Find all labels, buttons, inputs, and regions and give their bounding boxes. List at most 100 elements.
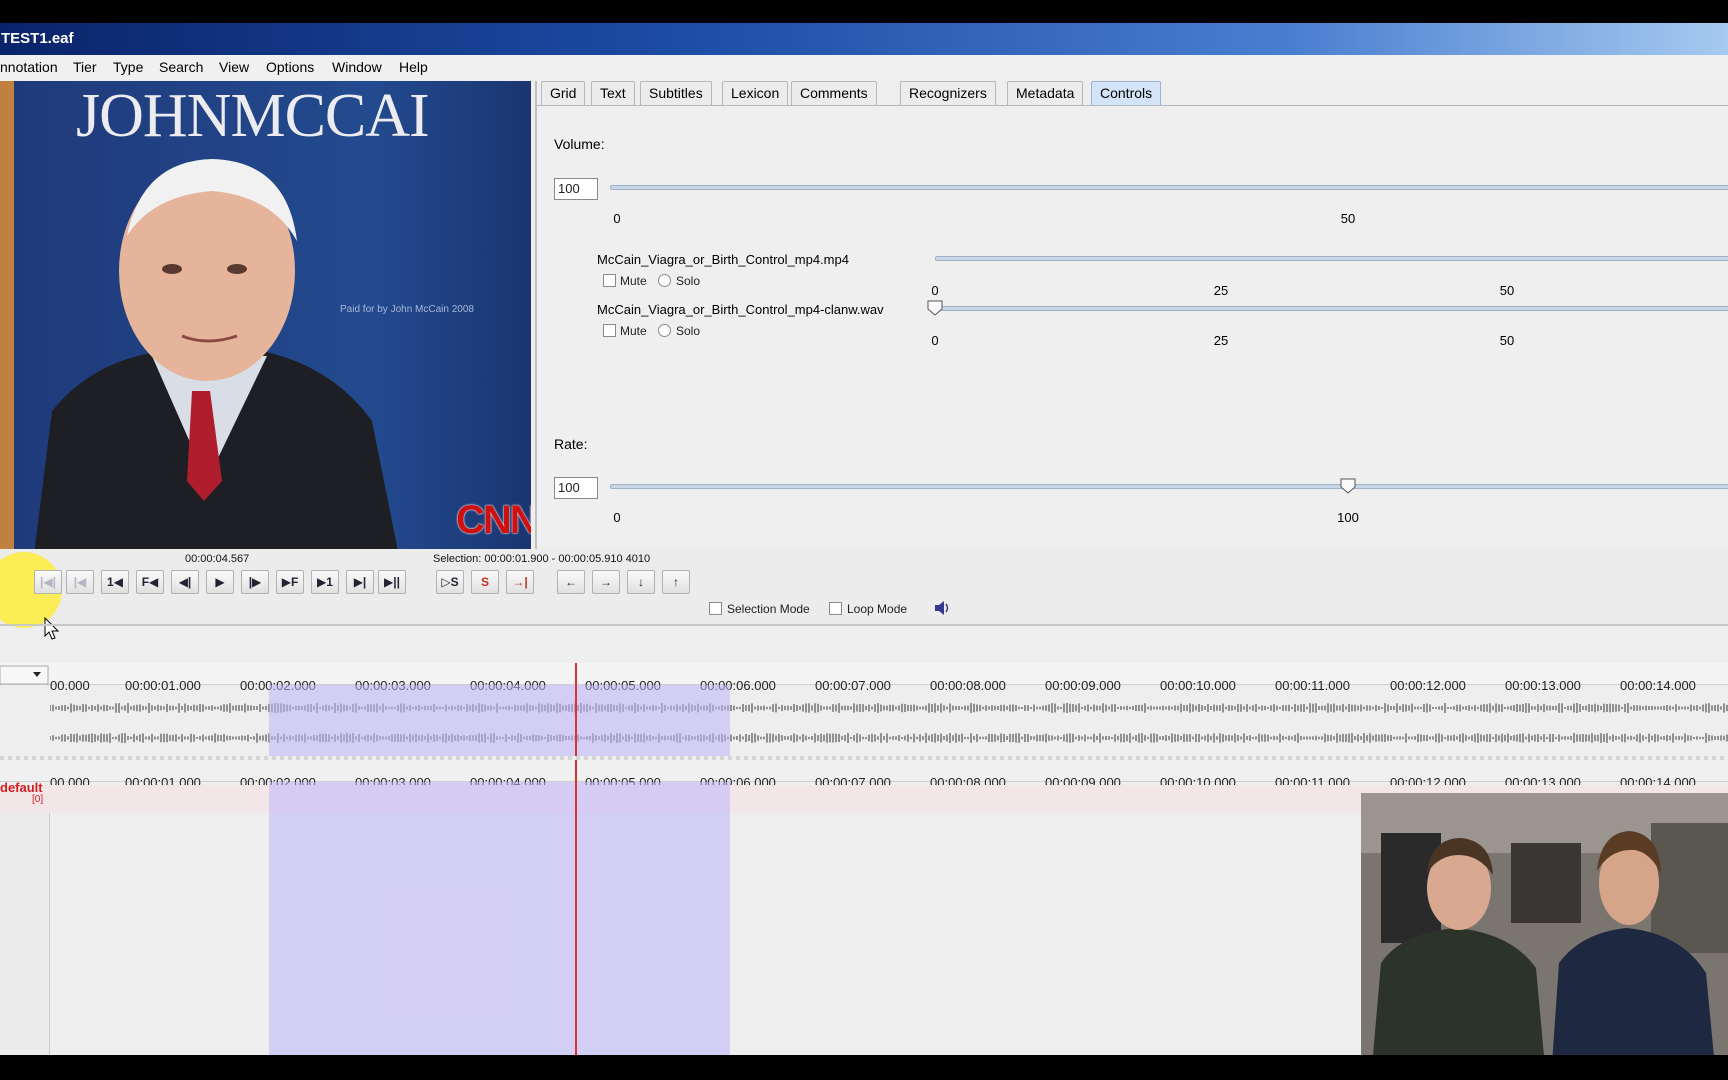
media-2-slider-thumb[interactable] — [927, 300, 943, 316]
menu-search[interactable]: Search — [159, 55, 203, 79]
video-banner-text: JOHNMCCAI — [76, 82, 430, 150]
waveform-ruler-tick-label: 00:00:07.000 — [815, 678, 891, 693]
tab-subtitles[interactable]: Subtitles — [640, 81, 712, 105]
selection-mode-label: Selection Mode — [727, 602, 810, 616]
volume-slider[interactable] — [610, 185, 1728, 190]
rate-label: Rate: — [554, 436, 588, 452]
tab-controls[interactable]: Controls — [1091, 81, 1162, 105]
selection-mode-checkbox[interactable] — [709, 602, 722, 615]
media-2-mute-label: Mute — [620, 324, 647, 338]
next-frame-button[interactable]: ▶F — [276, 570, 304, 594]
tab-metadata[interactable]: Metadata — [1007, 81, 1084, 105]
elan-window: TEST1.eaf nnotation Tier Type Search Vie… — [0, 23, 1728, 1055]
waveform-ruler-tick-label: 00:00:11.000 — [1275, 678, 1350, 693]
next-annotation-button[interactable]: → — [592, 570, 620, 594]
media-1-mute-checkbox[interactable] — [603, 274, 616, 287]
clear-selection-button[interactable]: S — [471, 570, 499, 594]
rate-tick-100: 100 — [1337, 510, 1359, 525]
waveform-ruler-tick-label: 00:00:14.000 — [1620, 678, 1696, 693]
window-title: TEST1.eaf — [0, 23, 1728, 55]
presenters-image — [1361, 793, 1728, 1055]
speaker-figure — [34, 159, 398, 551]
menu-help[interactable]: Help — [399, 55, 428, 79]
tab-recognizers[interactable]: Recognizers — [900, 81, 996, 105]
annotation-selection — [268, 782, 730, 1055]
go-to-begin-button[interactable]: |◀| — [34, 570, 62, 594]
menu-view[interactable]: View — [219, 55, 249, 79]
rate-input[interactable]: 100 — [554, 477, 598, 499]
menu-bar: nnotation Tier Type Search View Options … — [0, 55, 1728, 79]
screen: TEST1.eaf nnotation Tier Type Search Vie… — [0, 0, 1728, 1080]
tier-label-default[interactable]: default — [0, 780, 43, 795]
cnn-logo: CNN — [456, 498, 531, 542]
loop-mode-label: Loop Mode — [847, 602, 908, 616]
selection-readout: Selection: 00:00:01.900 - 00:00:05.910 4… — [433, 553, 651, 565]
play-button[interactable]: ▶ — [206, 570, 234, 594]
media-2-volume-slider[interactable] — [935, 306, 1728, 311]
volume-tick-50: 50 — [1340, 211, 1356, 226]
waveform-crosshair — [575, 663, 578, 756]
media-2-tick-50: 50 — [1499, 333, 1515, 348]
mouse-pointer-icon — [44, 617, 60, 640]
volume-label: Volume: — [554, 136, 605, 152]
menu-type[interactable]: Type — [113, 55, 143, 79]
speaker-icon[interactable] — [932, 598, 952, 618]
video-viewer[interactable]: JOHNMCCAI Paid for by John McCain 2008 C… — [0, 81, 531, 551]
tab-comments[interactable]: Comments — [791, 81, 877, 105]
media-2-solo-label: Solo — [676, 324, 701, 338]
menu-annotation[interactable]: nnotation — [0, 55, 58, 79]
webcam-overlay — [1361, 793, 1728, 1055]
current-time: 00:00:04.567 — [185, 553, 250, 565]
menu-window[interactable]: Window — [332, 55, 382, 79]
tab-text[interactable]: Text — [591, 81, 635, 105]
annotation-above-button[interactable]: ↑ — [662, 570, 690, 594]
media-2-tick-0: 0 — [931, 333, 939, 348]
waveform-ruler-tick-label: 00:00:01.000 — [125, 678, 201, 693]
waveform-ruler-tick-label: 00:00:10.000 — [1160, 678, 1236, 693]
media-2-solo-radio[interactable] — [658, 324, 671, 337]
next-second-button[interactable]: ▶1 — [311, 570, 339, 594]
menu-tier[interactable]: Tier — [73, 55, 97, 79]
media-2-mute-checkbox[interactable] — [603, 324, 616, 337]
media-1-volume-slider[interactable] — [935, 256, 1728, 261]
annotation-crosshair — [575, 760, 578, 1055]
volume-tick-0: 0 — [613, 211, 621, 226]
next-pixel-button[interactable]: |▶ — [241, 570, 269, 594]
tier-name-column — [0, 813, 50, 1055]
waveform-selection — [268, 685, 730, 756]
menu-options[interactable]: Options — [266, 55, 314, 79]
previous-annotation-button[interactable]: ← — [557, 570, 585, 594]
previous-second-button[interactable]: 1◀ — [101, 570, 129, 594]
volume-input[interactable]: 100 — [554, 178, 598, 200]
tab-lexicon[interactable]: Lexicon — [722, 81, 789, 105]
waveform-dropdown[interactable] — [0, 665, 50, 685]
controls-tab-body: Volume: 100 0 50 McCain_Viagra_or_Birth_… — [537, 105, 1728, 545]
media-1-tick-0: 0 — [931, 283, 939, 298]
rate-tick-0: 0 — [613, 510, 621, 525]
next-scrollview-button[interactable]: ▶| — [346, 570, 374, 594]
splitter[interactable] — [0, 624, 1728, 626]
tab-grid[interactable]: Grid — [541, 81, 586, 105]
go-to-end-button[interactable]: ▶|| — [378, 570, 406, 594]
rate-slider-thumb[interactable] — [1340, 478, 1356, 494]
waveform-ruler-tick-label: 00:00:08.000 — [930, 678, 1006, 693]
play-selection-button[interactable]: ▷S — [436, 570, 464, 594]
tier-annotation-count: [0] — [32, 794, 44, 805]
media-1-mute-label: Mute — [620, 274, 647, 288]
media-1-solo-radio[interactable] — [658, 274, 671, 287]
loop-mode-checkbox[interactable] — [829, 602, 842, 615]
previous-scrollview-button[interactable]: |◀ — [66, 570, 94, 594]
media-1-name: McCain_Viagra_or_Birth_Control_mp4.mp4 — [597, 252, 849, 267]
waveform-ruler-tick-label: 00:00:12.000 — [1390, 678, 1466, 693]
annotation-below-button[interactable]: ↓ — [627, 570, 655, 594]
media-1-solo-label: Solo — [676, 274, 701, 288]
waveform-ruler-tick-label: 00.000 — [50, 678, 90, 693]
waveform-ruler-tick-label: 00:00:13.000 — [1505, 678, 1581, 693]
previous-pixel-button[interactable]: ◀| — [171, 570, 199, 594]
media-1-tick-50: 50 — [1499, 283, 1515, 298]
rate-slider[interactable] — [610, 484, 1728, 489]
to-selection-boundary-button[interactable]: →| — [506, 570, 534, 594]
media-1-tick-25: 25 — [1213, 283, 1229, 298]
previous-frame-button[interactable]: F◀ — [136, 570, 164, 594]
media-2-tick-25: 25 — [1213, 333, 1229, 348]
